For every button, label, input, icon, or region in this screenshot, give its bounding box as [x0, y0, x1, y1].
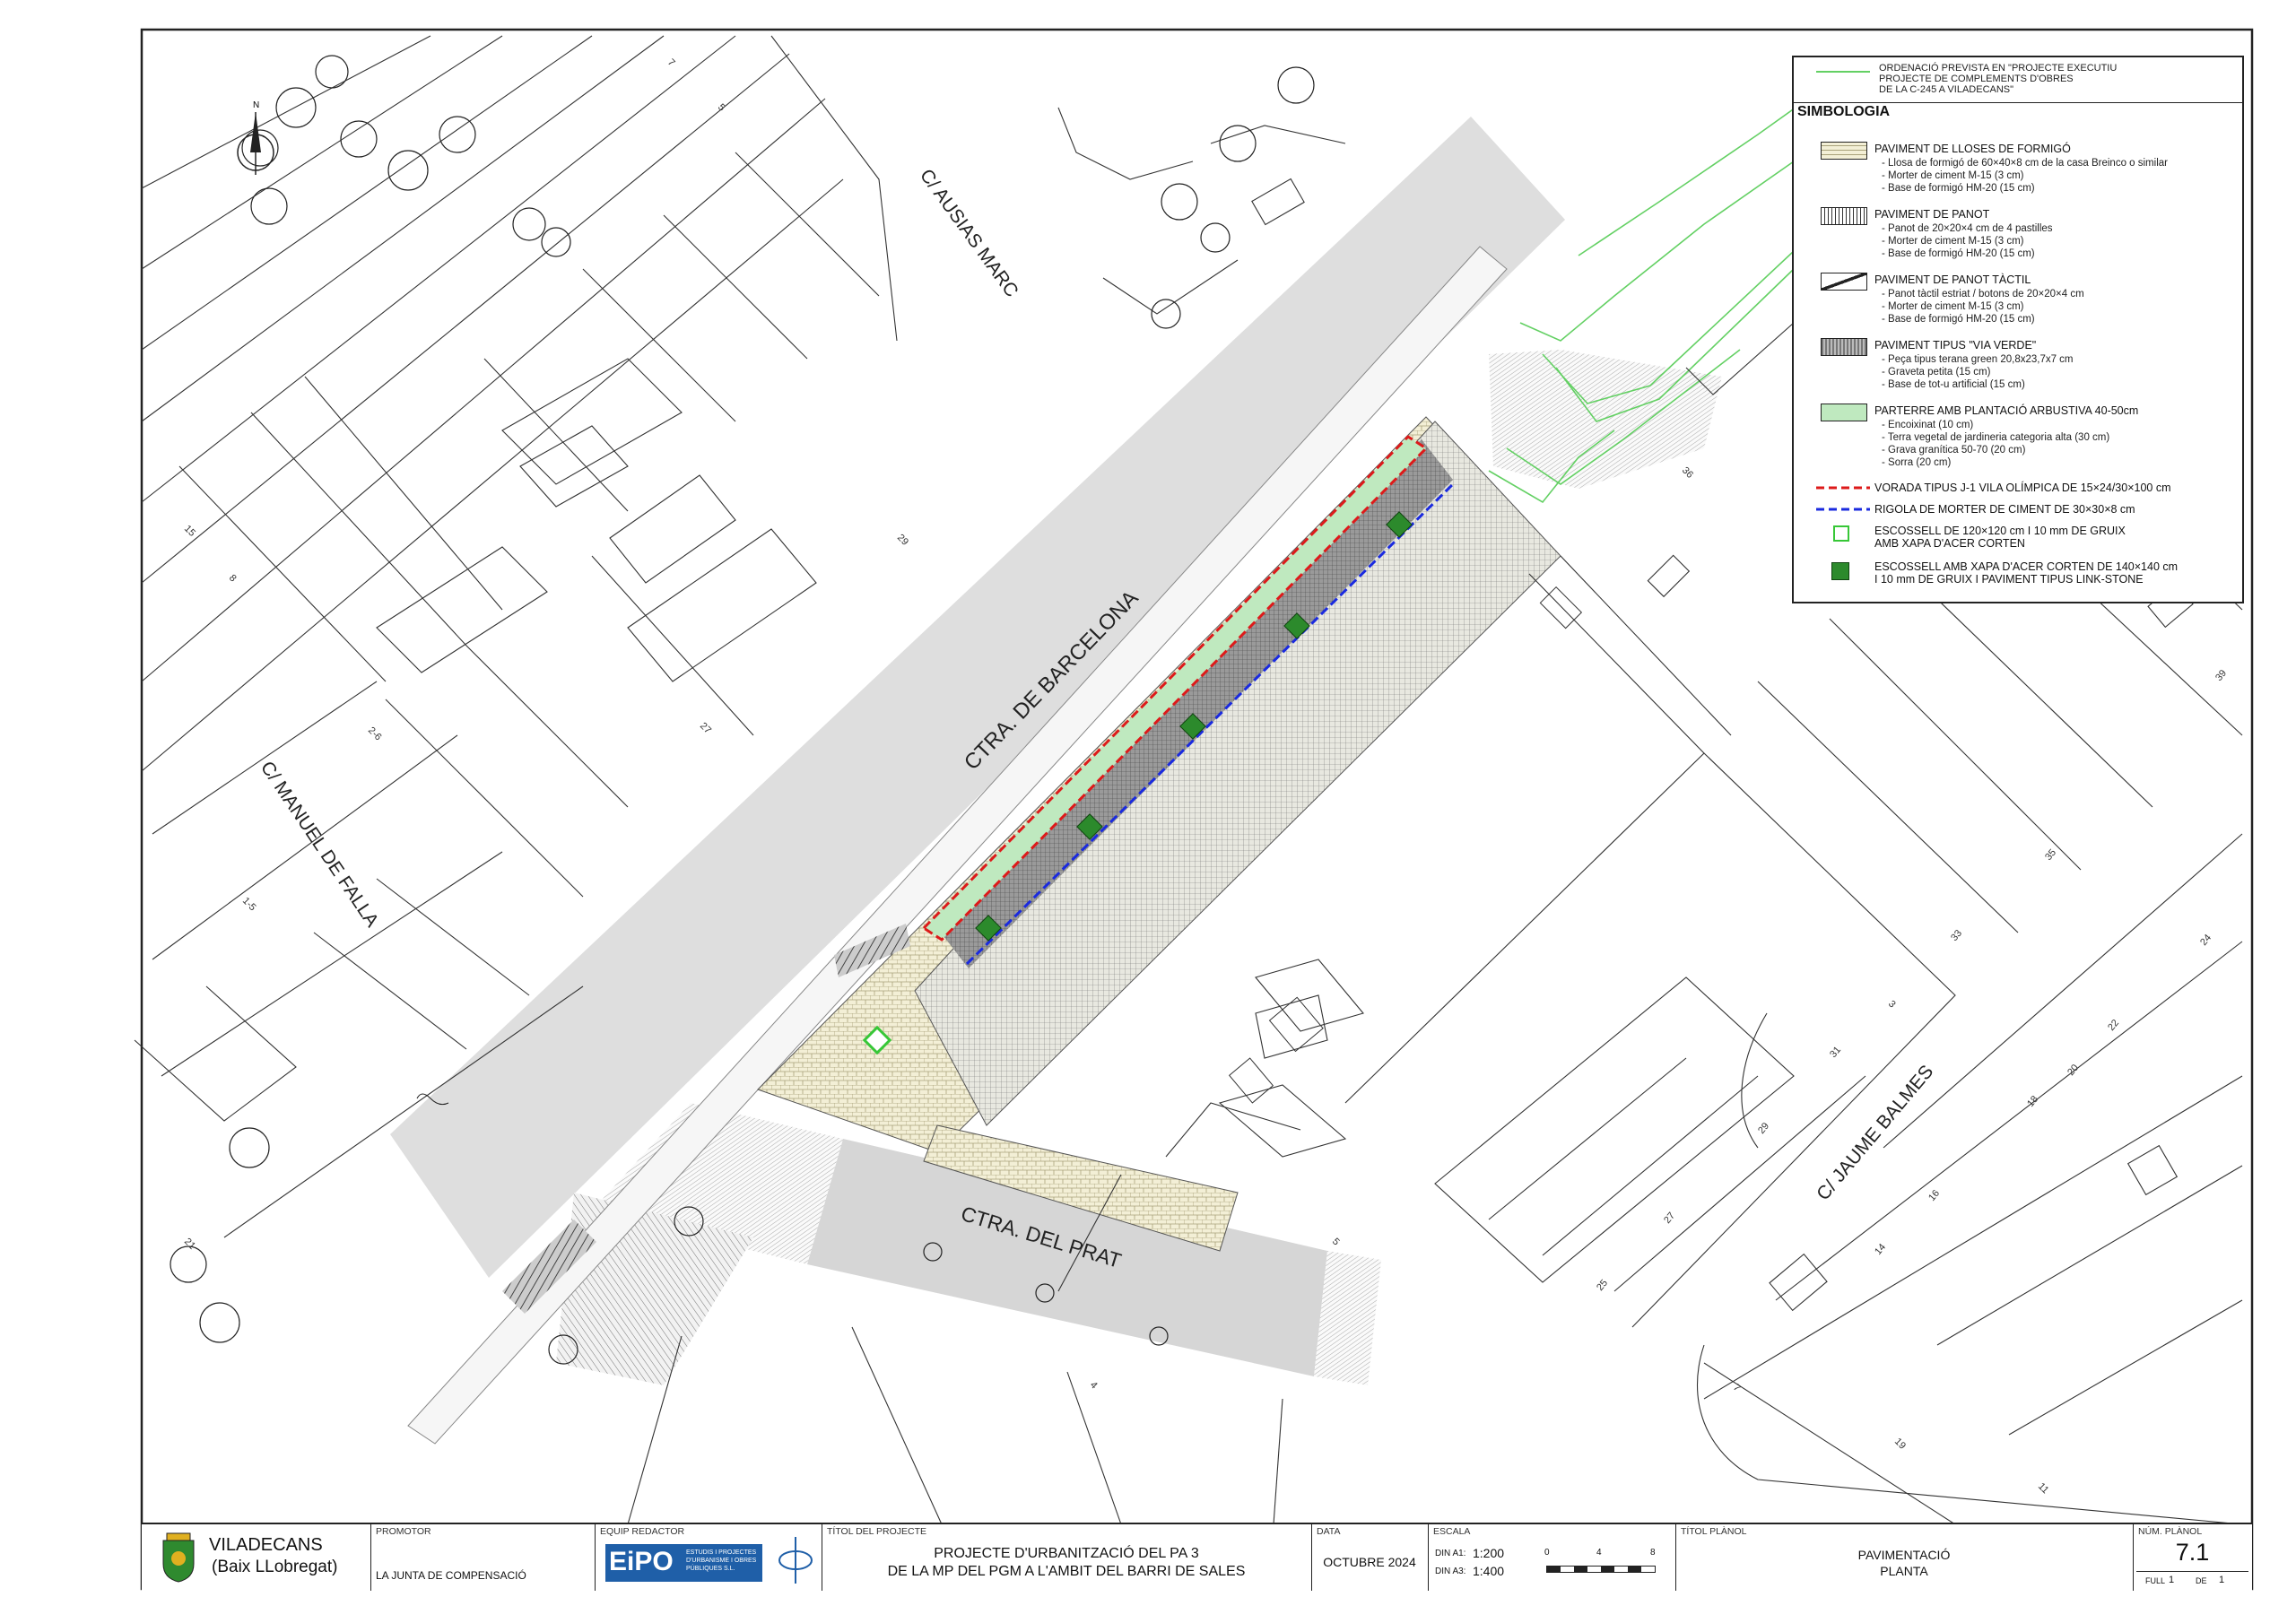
- eipo-sub-line: ESTUDIS I PROJECTES: [686, 1549, 757, 1556]
- legend-escossell-line: ESCOSSELL DE 120×120 cm I 10 mm DE GRUIX: [1874, 525, 2126, 537]
- legend-header-line: PROJECTE DE COMPLEMENTS D'OBRES: [1879, 74, 2074, 84]
- scale-a3-value: 1:400: [1473, 1564, 1505, 1578]
- project-title-line2: DE LA MP DEL PGM A L'AMBIT DEL BARRI DE …: [887, 1564, 1246, 1579]
- project-label: TÍTOL DEL PROJECTE: [827, 1526, 927, 1537]
- rigola-line-icon: [1816, 508, 1870, 511]
- eipo-logo-text: EiPO: [609, 1547, 674, 1576]
- scale-cell: ESCALA DIN A1: 1:200 DIN A3: 1:400 0 4 8: [1428, 1524, 1676, 1591]
- via-verde-swatch: [1821, 338, 1867, 356]
- full-value: 1: [2169, 1575, 2175, 1585]
- eipo-logo-sub: ESTUDIS I PROJECTES D'URBANISME I OBRES …: [686, 1549, 756, 1573]
- legend-item-title: PAVIMENT TIPUS "VIA VERDE": [1874, 339, 2037, 352]
- legend-header-line: ORDENACIÓ PREVISTA EN "PROJECTE EXECUTIU: [1879, 63, 2118, 74]
- legend-item-detail: - Graveta petita (15 cm): [1882, 367, 1991, 378]
- date-cell: DATA OCTUBRE 2024: [1311, 1524, 1429, 1591]
- de-label: DE: [2196, 1576, 2207, 1585]
- promotor-value: LA JUNTA DE COMPENSACIÓ: [376, 1569, 526, 1582]
- legend-item-title: PARTERRE AMB PLANTACIÓ ARBUSTIVA 40-50cm: [1874, 404, 2139, 417]
- legend-item-title: PAVIMENT DE PANOT TÀCTIL: [1874, 273, 2031, 286]
- legend-panel: ORDENACIÓ PREVISTA EN "PROJECTE EXECUTIU…: [1792, 56, 2244, 603]
- legend-escossell-line: I 10 mm DE GRUIX I PAVIMENT TIPUS LINK-S…: [1874, 573, 2144, 586]
- drafting-compass-icon: [778, 1537, 813, 1584]
- legend-item-detail: - Base de formigó HM-20 (15 cm): [1882, 314, 2035, 325]
- plan-number: 7.1: [2175, 1539, 2210, 1566]
- legend-item-detail: - Grava granítica 50-70 (20 cm): [1882, 445, 2026, 456]
- legend-item-detail: - Panot de 20×20×4 cm de 4 pastilles: [1882, 223, 2053, 234]
- project-title-line1: PROJECTE D'URBANITZACIÓ DEL PA 3: [934, 1546, 1199, 1561]
- scale-a1-value: 1:200: [1473, 1546, 1505, 1560]
- legend-line-title: VORADA TIPUS J-1 VILA OLÍMPICA DE 15×24/…: [1874, 482, 2171, 494]
- date-label: DATA: [1317, 1526, 1341, 1537]
- num-label: NÚM. PLÀNOL: [2138, 1526, 2203, 1537]
- plan-number-cell: NÚM. PLÀNOL 7.1 FULL 1 DE 1: [2133, 1524, 2252, 1591]
- municipality-cell: VILADECANS (Baix LLobregat): [142, 1524, 371, 1591]
- legend-item-detail: - Llosa de formigó de 60×40×8 cm de la c…: [1882, 158, 2168, 169]
- plan-title-cell: TÍTOL PLÀNOL PAVIMENTACIÓ PLANTA: [1675, 1524, 2134, 1591]
- legend-item-detail: - Base de tot-u artificial (15 cm): [1882, 379, 2025, 390]
- scale-a1-label: DIN A1:: [1435, 1549, 1466, 1558]
- legend-header-line: DE LA C-245 A VILADECANS": [1879, 84, 2014, 95]
- full-label: FULL: [2145, 1576, 2166, 1585]
- north-label: N: [253, 100, 259, 110]
- escossell-filled-icon: [1831, 562, 1849, 580]
- promotor-cell: PROMOTOR LA JUNTA DE COMPENSACIÓ: [370, 1524, 596, 1591]
- legend-item-detail: - Morter de ciment M-15 (3 cm): [1882, 170, 2024, 181]
- municipality-region: (Baix LLobregat): [212, 1558, 338, 1576]
- vorada-line-icon: [1816, 486, 1870, 490]
- scalebar: [1546, 1566, 1656, 1573]
- legend-escossell-line: ESCOSSELL AMB XAPA D'ACER CORTEN DE 140×…: [1874, 560, 2179, 573]
- legend-item-title: PAVIMENT DE LLOSES DE FORMIGÓ: [1874, 143, 2071, 155]
- eipo-logo: EiPO ESTUDIS I PROJECTES D'URBANISME I O…: [605, 1544, 762, 1582]
- escossell-open-icon: [1833, 525, 1849, 542]
- legend-item-detail: - Panot tàctil estriat / botons de 20×20…: [1882, 289, 2084, 299]
- project-cell: TÍTOL DEL PROJECTE PROJECTE D'URBANITZAC…: [822, 1524, 1312, 1591]
- tactil-swatch: [1821, 273, 1867, 291]
- title-block: VILADECANS (Baix LLobregat) PROMOTOR LA …: [142, 1523, 2252, 1591]
- legend-header-note: ORDENACIÓ PREVISTA EN "PROJECTE EXECUTIU…: [1879, 63, 2117, 95]
- plan-title-line1: PAVIMENTACIÓ: [1857, 1548, 1951, 1562]
- panot-swatch: [1821, 207, 1867, 225]
- plan-label: TÍTOL PLÀNOL: [1681, 1526, 1747, 1537]
- promotor-label: PROMOTOR: [376, 1526, 431, 1537]
- eipo-sub-line: D'URBANISME I OBRES: [686, 1558, 757, 1564]
- equip-label: EQUIP REDACTOR: [600, 1526, 685, 1537]
- legend-item-detail: - Encoixinat (10 cm): [1882, 420, 1974, 430]
- scalebar-tick: 4: [1596, 1548, 1602, 1558]
- equip-cell: EQUIP REDACTOR EiPO ESTUDIS I PROJECTES …: [595, 1524, 822, 1591]
- legend-item-detail: - Morter de ciment M-15 (3 cm): [1882, 301, 2024, 312]
- green-line-icon: [1816, 71, 1870, 73]
- de-value: 1: [2219, 1575, 2225, 1585]
- legend-escossell-line: AMB XAPA D'ACER CORTEN: [1874, 537, 2025, 550]
- legend-item-detail: - Base de formigó HM-20 (15 cm): [1882, 248, 2035, 259]
- legend-item-title: PAVIMENT DE PANOT: [1874, 208, 1990, 221]
- scalebar-tick: 8: [1650, 1548, 1656, 1558]
- lloses-swatch: [1821, 142, 1867, 160]
- coat-of-arms-icon: [162, 1532, 195, 1583]
- municipality-name: VILADECANS: [209, 1535, 323, 1555]
- legend-title: SIMBOLOGIA: [1797, 104, 1891, 119]
- parterre-swatch: [1821, 404, 1867, 421]
- legend-line-title: RIGOLA DE MORTER DE CIMENT DE 30×30×8 cm: [1874, 503, 2135, 516]
- legend-item-detail: - Terra vegetal de jardineria categoria …: [1882, 432, 2110, 443]
- plan-title-line2: PLANTA: [1880, 1564, 1928, 1578]
- eipo-sub-line: PÚBLIQUES S.L.: [686, 1566, 735, 1572]
- scalebar-tick: 0: [1544, 1548, 1550, 1558]
- legend-item-detail: - Peça tipus terana green 20,8x23,7x7 cm: [1882, 354, 2074, 365]
- scale-a3-label: DIN A3:: [1435, 1567, 1466, 1576]
- legend-item-detail: - Morter de ciment M-15 (3 cm): [1882, 236, 2024, 247]
- legend-item-detail: - Sorra (20 cm): [1882, 457, 1952, 468]
- legend-item-detail: - Base de formigó HM-20 (15 cm): [1882, 183, 2035, 194]
- date-value: OCTUBRE 2024: [1323, 1555, 1416, 1569]
- scale-label: ESCALA: [1433, 1526, 1471, 1537]
